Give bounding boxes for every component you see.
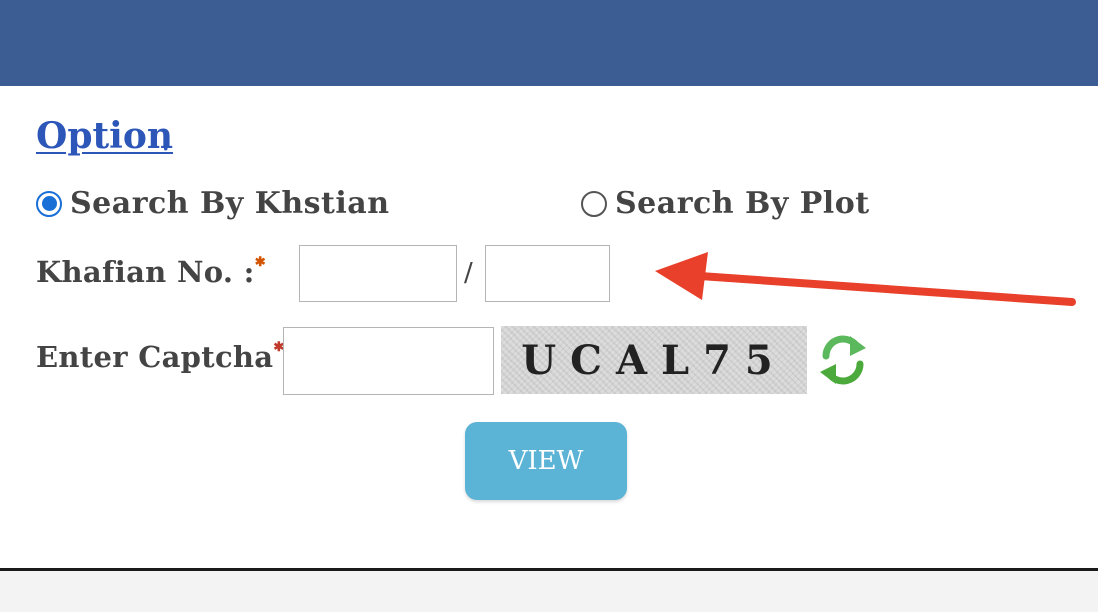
radio-khatian-checked-icon[interactable] — [36, 190, 62, 217]
header-bar — [0, 0, 1098, 86]
option-title: Option — [36, 115, 174, 157]
refresh-icon[interactable] — [816, 332, 870, 388]
radio-search-by-khatian[interactable]: Search By Khstian — [36, 186, 390, 221]
khatian-label: Khafian No. :✱ — [36, 255, 266, 289]
radio-plot-unchecked-icon[interactable] — [581, 190, 607, 217]
captcha-input[interactable] — [283, 327, 494, 395]
radio-khatian-label: Search By Khstian — [70, 186, 390, 221]
khatian-sub-number-input[interactable] — [485, 245, 610, 302]
page: Option : Search By Khstian Search By Plo… — [0, 0, 1098, 612]
radio-plot-label: Search By Plot — [615, 186, 870, 221]
captcha-text: UCAL75 — [521, 336, 787, 384]
option-colon: : — [161, 124, 171, 157]
captcha-image: UCAL75 — [501, 326, 807, 394]
khatian-number-input[interactable] — [299, 245, 457, 302]
view-button[interactable]: VIEW — [465, 422, 627, 500]
required-mark-icon: ✱ — [254, 255, 266, 270]
khatian-slash: / — [464, 258, 473, 288]
radio-search-by-plot[interactable]: Search By Plot — [581, 186, 870, 221]
captcha-label: Enter Captcha✱ — [36, 340, 285, 374]
